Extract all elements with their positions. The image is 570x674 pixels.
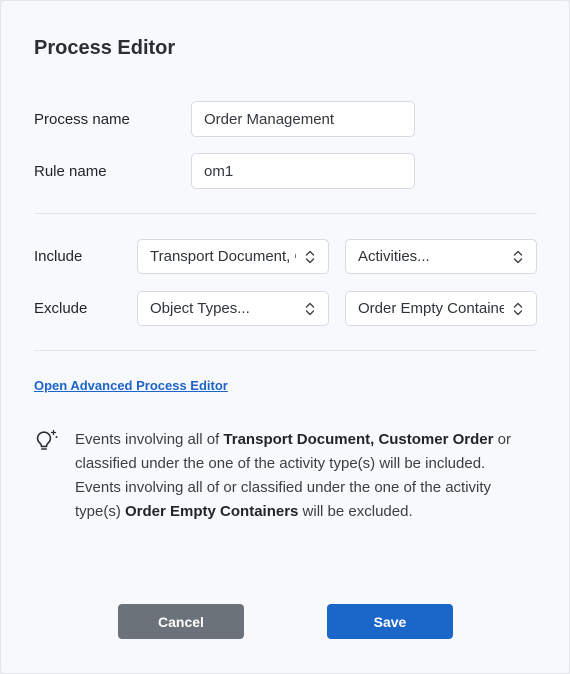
process-editor-dialog: Process Editor Process name Rule name In… — [0, 0, 570, 674]
exclude-label: Exclude — [34, 300, 88, 317]
include-object-types-value: Transport Document, Customer Order — [150, 248, 296, 265]
rule-name-input[interactable] — [191, 153, 415, 189]
hint-line2-suffix: will be excluded. — [298, 503, 413, 520]
include-activities-select[interactable]: Activities... — [345, 239, 537, 274]
include-label: Include — [34, 248, 83, 265]
exclude-activities-select[interactable]: Order Empty Containers — [345, 291, 537, 326]
exclude-activities-value: Order Empty Containers — [358, 300, 504, 317]
exclude-object-types-select[interactable]: Object Types... — [137, 291, 329, 326]
exclude-object-types-value: Object Types... — [150, 300, 250, 317]
rule-name-label: Rule name — [34, 163, 107, 180]
save-button[interactable]: Save — [327, 604, 453, 639]
hint-line1-prefix: Events involving all of — [75, 431, 224, 448]
hint-line2-bold: Order Empty Containers — [125, 503, 299, 520]
chevron-up-down-icon — [305, 302, 315, 315]
divider-bottom — [34, 350, 537, 351]
dialog-title: Process Editor — [34, 37, 176, 59]
include-object-types-select[interactable]: Transport Document, Customer Order — [137, 239, 329, 274]
chevron-up-down-icon — [513, 250, 523, 263]
hint-text: Events involving all of Transport Docume… — [75, 428, 525, 524]
divider-top — [34, 213, 537, 214]
open-advanced-editor-link[interactable]: Open Advanced Process Editor — [34, 378, 228, 393]
chevron-up-down-icon — [305, 250, 315, 263]
process-name-label: Process name — [34, 111, 130, 128]
hint-line1-bold: Transport Document, Customer Order — [223, 431, 494, 448]
cancel-button[interactable]: Cancel — [118, 604, 244, 639]
lightbulb-sparkle-icon — [36, 429, 58, 450]
chevron-up-down-icon — [513, 302, 523, 315]
include-activities-value: Activities... — [358, 248, 430, 265]
process-name-input[interactable] — [191, 101, 415, 137]
